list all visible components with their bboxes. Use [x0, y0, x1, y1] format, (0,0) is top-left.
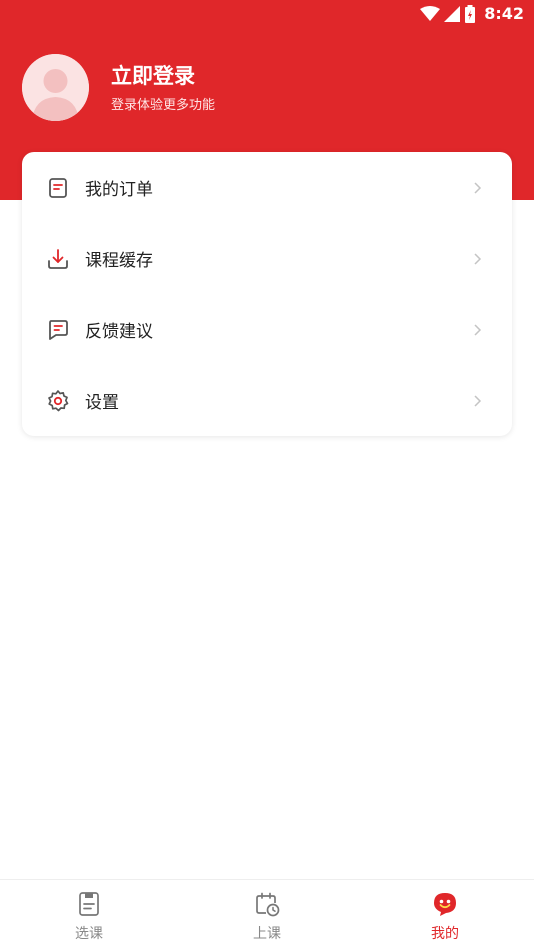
menu-item-feedback[interactable]: 反馈建议: [22, 294, 512, 365]
chevron-right-icon: [474, 323, 482, 336]
status-icons: 8:42: [420, 4, 524, 24]
calendar-clock-icon: [256, 892, 280, 917]
mine-icon: [434, 893, 456, 916]
user-avatar-placeholder: [22, 53, 89, 121]
tab-select-course[interactable]: 选课: [0, 880, 178, 950]
chevron-right-icon: [474, 252, 482, 265]
feedback-icon: [49, 319, 68, 340]
battery-icon: [465, 5, 476, 23]
profile-text: 立即登录 登录体验更多功能: [111, 62, 215, 113]
bottom-tab-bar: 选课 上课 我的: [0, 879, 534, 950]
menu-item-label: 课程缓存: [85, 251, 153, 271]
course-select-icon: [79, 892, 99, 916]
menu-item-settings[interactable]: 设置: [22, 365, 512, 436]
signal-icon: [444, 6, 461, 22]
download-icon: [48, 248, 68, 269]
menu-item-label: 设置: [85, 393, 119, 413]
status-bar: 8:42: [0, 0, 534, 28]
avatar[interactable]: [22, 53, 89, 121]
tab-label: 选课: [75, 926, 103, 942]
menu-item-orders[interactable]: 我的订单: [22, 152, 512, 223]
tab-label: 上课: [253, 926, 281, 942]
status-time: 8:42: [484, 4, 524, 23]
tab-mine[interactable]: 我的: [356, 880, 534, 950]
tab-label: 我的: [431, 926, 459, 942]
login-title[interactable]: 立即登录: [111, 62, 215, 90]
menu-card: 我的订单 课程缓存 反馈建议 设置: [22, 152, 512, 436]
menu-item-cache[interactable]: 课程缓存: [22, 223, 512, 294]
profile-header[interactable]: 立即登录 登录体验更多功能: [22, 52, 215, 122]
login-subtitle: 登录体验更多功能: [111, 97, 216, 113]
menu-item-label: 反馈建议: [85, 322, 153, 342]
order-icon: [49, 177, 67, 198]
tab-attend-class[interactable]: 上课: [178, 880, 356, 950]
wifi-icon: [420, 6, 441, 21]
menu-item-label: 我的订单: [85, 180, 153, 200]
gear-icon: [48, 389, 69, 411]
chevron-right-icon: [474, 181, 482, 194]
chevron-right-icon: [474, 394, 482, 407]
